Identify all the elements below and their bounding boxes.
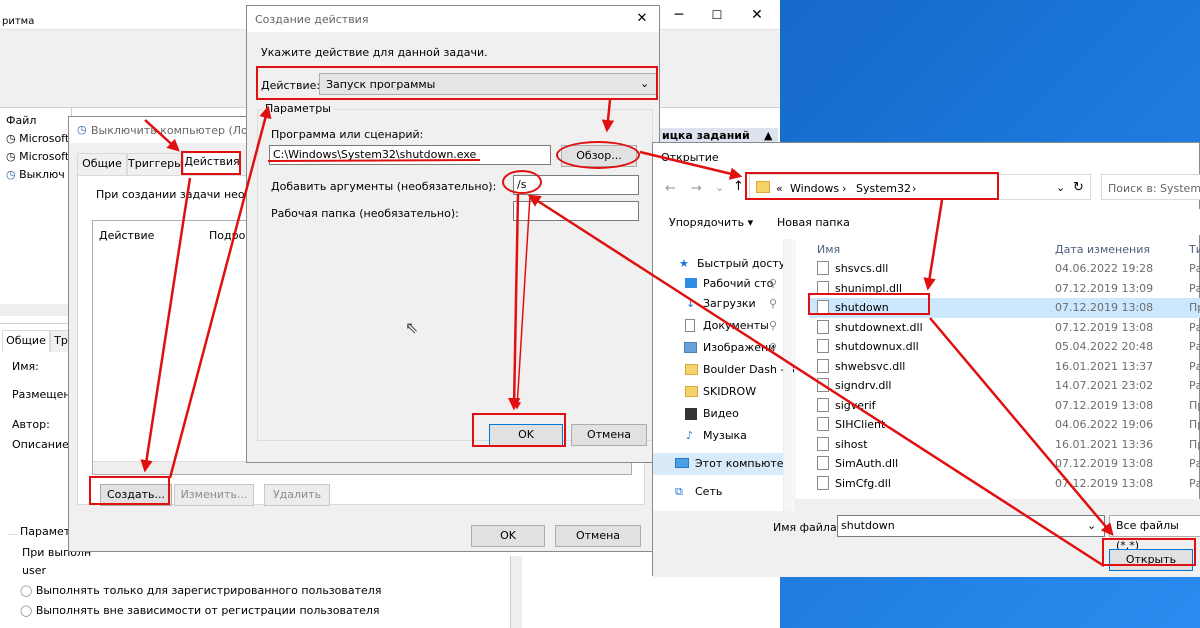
arrow-args-to-ok-2 bbox=[513, 195, 531, 410]
underline-program-path bbox=[267, 159, 481, 162]
arrow-browse-to-address bbox=[639, 150, 743, 180]
arrow-open-to-args bbox=[527, 194, 1105, 568]
annotation-arrows bbox=[140, 99, 1114, 568]
arrow-create-to-action-type bbox=[168, 105, 272, 479]
arrow-file-to-open bbox=[929, 317, 1114, 536]
arrow-to-actions-tab bbox=[144, 119, 180, 152]
arrow-address-to-file bbox=[923, 199, 944, 291]
arrow-action-type-down bbox=[601, 99, 615, 133]
arrow-args-to-ok bbox=[507, 193, 521, 411]
